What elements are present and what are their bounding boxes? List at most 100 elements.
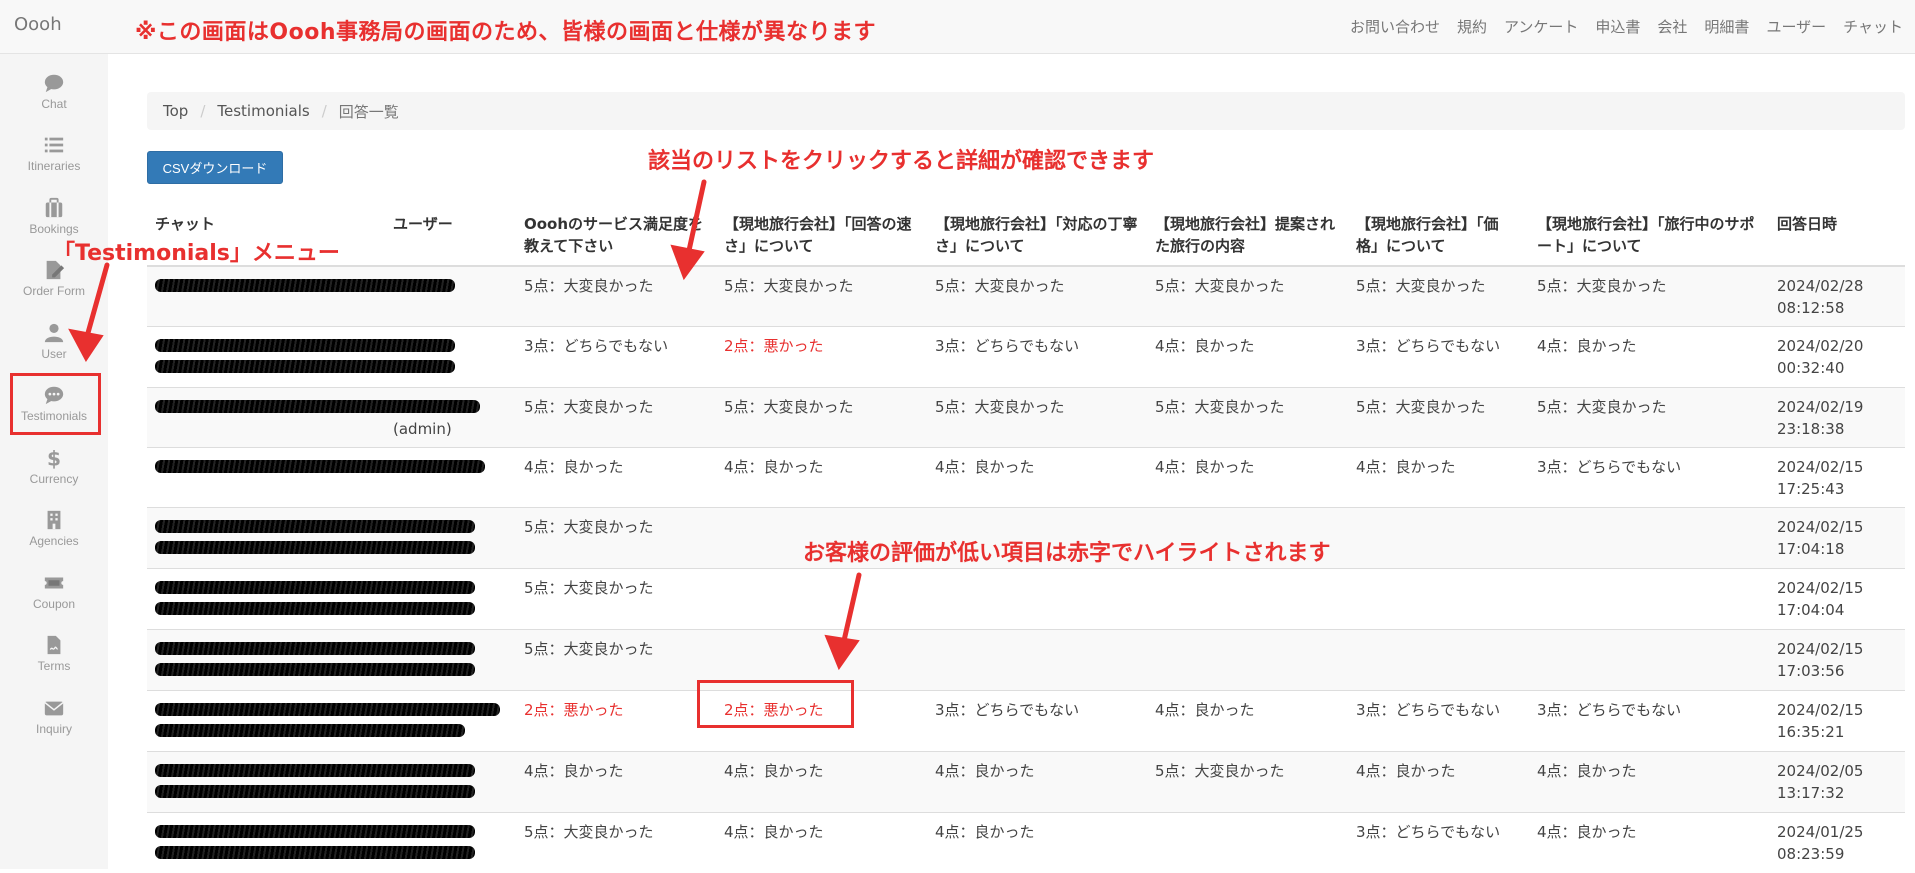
table-row[interactable]: 5点：大変良かった 5点：大変良かった 5点：大変良かった 5点：大変良かった 5点：大…	[147, 265, 1905, 326]
redacted-text	[155, 359, 455, 373]
cell-proposal	[1147, 567, 1348, 629]
cell-price	[1348, 628, 1529, 690]
table-row[interactable]: 2点：悪かった 2点：悪かった 3点：どちらでもない 4点：良かった 3点：どちらでもな…	[147, 689, 1905, 751]
cell-price: 5点：大変良かった	[1348, 265, 1529, 326]
sidebar-item-terms[interactable]: Terms	[0, 634, 108, 690]
nav-statement[interactable]: 明細書	[1704, 16, 1749, 37]
column-header-answered-at[interactable]: 回答日時	[1769, 205, 1905, 267]
nav-user[interactable]: ユーザー	[1766, 16, 1826, 37]
answer-date: 2024/02/19	[1777, 397, 1864, 416]
cell-user	[385, 750, 516, 812]
nav-terms[interactable]: 規約	[1457, 16, 1487, 37]
nav-survey[interactable]: アンケート	[1504, 16, 1578, 37]
cell-response-speed: 5点：大変良かった	[716, 386, 927, 447]
user-role: (admin)	[393, 419, 452, 438]
answer-time: 00:32:40	[1777, 358, 1845, 377]
cell-politeness	[927, 628, 1147, 690]
sidebar: Chat Itineraries Bookings Order Form Use…	[0, 54, 108, 869]
sidebar-item-inquiry[interactable]: Inquiry	[0, 697, 108, 753]
annotation-box-testimonials	[10, 373, 101, 435]
cell-chat	[147, 750, 475, 812]
sidebar-item-label: Itineraries	[27, 159, 81, 173]
answer-time: 17:04:04	[1777, 600, 1845, 619]
cell-proposal: 5点：大変良かった	[1147, 265, 1348, 326]
redacted-text	[155, 723, 465, 737]
cell-answered-at: 2024/02/15 17:25:43	[1769, 446, 1905, 507]
answer-date: 2024/01/25	[1777, 822, 1864, 841]
column-header-user[interactable]: ユーザー	[385, 205, 516, 267]
cell-support	[1529, 628, 1769, 690]
sidebar-item-label: Coupon	[32, 597, 76, 611]
breadcrumb-current: 回答一覧	[338, 102, 399, 121]
redacted-text	[155, 662, 475, 676]
cell-satisfaction: 4点：良かった	[516, 446, 716, 507]
cell-support: 3点：どちらでもない	[1529, 689, 1769, 751]
nav-application[interactable]: 申込書	[1595, 16, 1640, 37]
table-row[interactable]: (admin) 5点：大変良かった 5点：大変良かった 5点：大変良かった 5点：大変良…	[147, 386, 1905, 447]
cell-politeness	[927, 567, 1147, 629]
sidebar-item-label: User	[41, 347, 67, 361]
table-header-row: チャット ユーザー Ooohのサービス満足度を教えて下さい 【現地旅行会社】「回…	[147, 205, 1905, 267]
sidebar-item-user[interactable]: User	[0, 322, 108, 378]
sidebar-item-itineraries[interactable]: Itineraries	[0, 134, 108, 190]
sidebar-item-agencies[interactable]: Agencies	[0, 509, 108, 565]
cell-price: 4点：良かった	[1348, 750, 1529, 812]
building-icon	[47, 510, 61, 530]
cell-price: 5点：大変良かった	[1348, 386, 1529, 447]
cell-support	[1529, 506, 1769, 568]
table-row[interactable]: 4点：良かった 4点：良かった 4点：良かった 5点：大変良かった 4点：良かった 4点：…	[147, 750, 1905, 812]
cell-satisfaction: 5点：大変良かった	[516, 386, 716, 447]
column-header-response-speed[interactable]: 【現地旅行会社】「回答の速さ」について	[716, 205, 927, 267]
nav-chat[interactable]: チャット	[1843, 16, 1903, 37]
cell-proposal: 4点：良かった	[1147, 325, 1348, 387]
cell-answered-at: 2024/02/15 17:04:04	[1769, 567, 1905, 629]
answer-date: 2024/02/15	[1777, 578, 1864, 597]
cell-response-speed: 2点：悪かった	[716, 325, 927, 387]
column-header-price[interactable]: 【現地旅行会社】「価格」について	[1348, 205, 1529, 267]
cell-proposal: 5点：大変良かった	[1147, 750, 1348, 812]
cell-user	[385, 628, 516, 690]
breadcrumb-top[interactable]: Top	[163, 102, 188, 120]
nav-company[interactable]: 会社	[1657, 16, 1687, 37]
column-header-politeness[interactable]: 【現地旅行会社】「対応の丁寧さ」について	[927, 205, 1147, 267]
cell-satisfaction: 3点：どちらでもない	[516, 325, 716, 387]
nav-inquiry[interactable]: お問い合わせ	[1350, 16, 1440, 37]
column-header-satisfaction[interactable]: Ooohのサービス満足度を教えて下さい	[516, 205, 716, 267]
sidebar-item-label: Order Form	[22, 284, 85, 298]
svg-text:$: $	[47, 447, 61, 469]
list-icon	[44, 137, 64, 153]
cell-support: 3点：どちらでもない	[1529, 446, 1769, 507]
sidebar-item-chat[interactable]: Chat	[0, 72, 108, 128]
annotation-low-rating: お客様の評価が低い項目は赤字でハイライトされます	[803, 541, 1331, 566]
cell-price: 3点：どちらでもない	[1348, 689, 1529, 751]
cell-satisfaction: 5点：大変良かった	[516, 506, 716, 568]
cell-user	[385, 811, 516, 873]
sidebar-item-order-form[interactable]: Order Form	[0, 259, 108, 315]
column-header-proposal[interactable]: 【現地旅行会社】提案された旅行の内容	[1147, 205, 1348, 267]
brand-logo[interactable]: Oooh	[14, 14, 62, 35]
cell-answered-at: 2024/01/25 08:23:59	[1769, 811, 1905, 873]
table-row[interactable]: 4点：良かった 4点：良かった 4点：良かった 4点：良かった 4点：良かった 3点：どち…	[147, 446, 1905, 507]
cell-satisfaction: 5点：大変良かった	[516, 811, 716, 873]
column-header-support[interactable]: 【現地旅行会社】「旅行中のサポート」について	[1529, 205, 1769, 267]
breadcrumb-separator: /	[321, 102, 327, 120]
cell-price: 3点：どちらでもない	[1348, 325, 1529, 387]
answer-date: 2024/02/15	[1777, 700, 1864, 719]
breadcrumb-testimonials[interactable]: Testimonials	[217, 102, 309, 120]
csv-download-button[interactable]: CSVダウンロード	[147, 151, 283, 184]
answer-time: 17:04:18	[1777, 539, 1845, 558]
cell-user	[385, 506, 516, 568]
redacted-text	[155, 338, 455, 352]
table-row[interactable]: 5点：大変良かった 4点：良かった 4点：良かった 3点：どちらでもない 4点：良かった…	[147, 811, 1905, 873]
cell-answered-at: 2024/02/28 08:12:58	[1769, 265, 1905, 326]
cell-satisfaction: 4点：良かった	[516, 750, 716, 812]
table-row[interactable]: 5点：大変良かった 2024/02/15 17:04:04	[147, 567, 1905, 629]
cell-chat	[147, 689, 500, 751]
annotation-click-list: 該当のリストをクリックすると詳細が確認できます	[648, 149, 1155, 174]
cell-price	[1348, 506, 1529, 568]
sidebar-item-currency[interactable]: $ Currency	[0, 447, 108, 503]
table-row[interactable]: 3点：どちらでもない 2点：悪かった 3点：どちらでもない 4点：良かった 3点：どちら…	[147, 325, 1905, 387]
table-row[interactable]: 5点：大変良かった 2024/02/15 17:03:56	[147, 628, 1905, 690]
cell-proposal	[1147, 811, 1348, 873]
sidebar-item-coupon[interactable]: Coupon	[0, 572, 108, 628]
